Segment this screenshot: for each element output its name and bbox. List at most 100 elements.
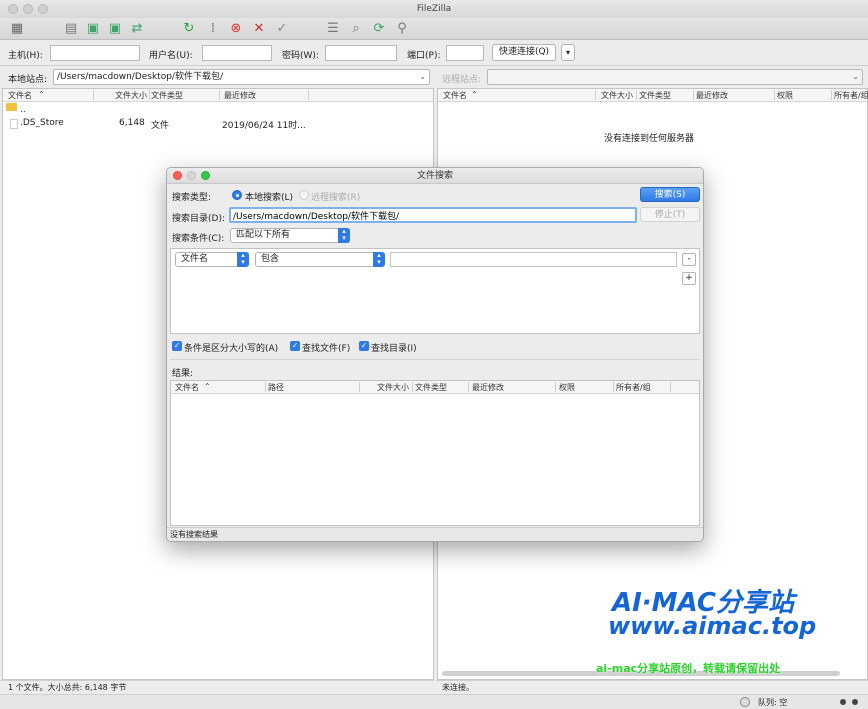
watermark-url: www.aimac.top xyxy=(608,612,817,640)
download-indicator-icon xyxy=(852,699,858,705)
filter-value-input[interactable] xyxy=(390,252,677,267)
reconnect-icon[interactable]: ✓ xyxy=(273,20,291,37)
col-permissions[interactable]: 权限 xyxy=(777,90,793,101)
col-filename[interactable]: 文件名 xyxy=(8,90,32,101)
local-path-input[interactable]: /Users/macdown/Desktop/软件下载包/ ⌄ xyxy=(53,69,430,85)
remote-search-radio[interactable] xyxy=(299,190,309,200)
col-filetype[interactable]: 文件类型 xyxy=(415,382,447,393)
find-dirs-checkbox[interactable]: ✓ xyxy=(359,341,369,351)
quickconnect-bar: 主机(H): 用户名(U): 密码(W): 端口(P): 快速连接(Q) ▾ xyxy=(0,40,868,66)
cancel-icon[interactable]: ⊗ xyxy=(227,20,245,37)
title-bar: FileZilla xyxy=(0,0,868,18)
remote-search-label[interactable]: 远程搜索(R) xyxy=(311,190,360,203)
find-files-label[interactable]: 查找文件(F) xyxy=(302,341,350,354)
search-icon[interactable]: ⌕ xyxy=(347,20,365,37)
port-label: 端口(P): xyxy=(407,51,441,61)
col-filetype[interactable]: 文件类型 xyxy=(151,90,183,101)
filter-field-value: 文件名 xyxy=(181,254,209,264)
find-files-checkbox[interactable]: ✓ xyxy=(290,341,300,351)
folder-icon xyxy=(6,103,17,111)
username-input[interactable] xyxy=(202,45,272,61)
chevron-down-icon: ⌄ xyxy=(852,72,859,81)
watermark-notice: ai-mac分享站原创，转载请保留出处 xyxy=(596,662,781,675)
col-filetype[interactable]: 文件类型 xyxy=(639,90,671,101)
queue-status: 队列: 空 xyxy=(758,698,788,707)
disconnect-icon[interactable]: ✕ xyxy=(250,20,268,37)
dialog-close-button[interactable] xyxy=(173,171,182,180)
remote-path-input[interactable]: ⌄ xyxy=(487,69,863,85)
sort-ascending-icon: ⌃ xyxy=(204,382,211,391)
file-icon xyxy=(10,119,18,129)
case-sensitive-label[interactable]: 条件是区分大小写的(A) xyxy=(184,341,278,354)
transfer-queue-icon[interactable]: ⇄ xyxy=(128,20,146,37)
col-filename[interactable]: 文件名 xyxy=(443,90,467,101)
local-search-label[interactable]: 本地搜索(L) xyxy=(245,190,293,203)
file-name: .. xyxy=(20,105,26,115)
remove-condition-button[interactable]: - xyxy=(682,253,696,266)
zoom-window-button[interactable] xyxy=(38,4,48,14)
col-modified[interactable]: 最近修改 xyxy=(224,90,256,101)
filter-op-value: 包含 xyxy=(261,254,280,264)
file-name: .DS_Store xyxy=(20,118,64,128)
dialog-zoom-button[interactable] xyxy=(201,171,210,180)
port-input[interactable] xyxy=(446,45,484,61)
results-column-header: 文件名 ⌃ 路径 文件大小 文件类型 最近修改 权限 所有者/组 xyxy=(171,381,699,394)
find-files-icon[interactable]: ⚲ xyxy=(393,20,411,37)
remote-tree-icon[interactable]: ▣ xyxy=(106,20,124,37)
col-path[interactable]: 路径 xyxy=(268,382,284,393)
toolbar: ▦ ▤ ▣ ▣ ⇄ ↻ ⁞ ⊗ ✕ ✓ ☰ ⌕ ⟳ ⚲ xyxy=(0,18,868,40)
local-search-radio[interactable] xyxy=(232,190,242,200)
col-owner[interactable]: 所有者/组 xyxy=(834,90,868,101)
quickconnect-history-button[interactable]: ▾ xyxy=(561,44,575,61)
col-filesize[interactable]: 文件大小 xyxy=(115,90,147,101)
local-site-label: 本地站点: xyxy=(8,75,48,85)
stop-button[interactable]: 停止(T) xyxy=(640,207,700,222)
process-queue-icon[interactable]: ⁞ xyxy=(204,20,222,37)
speed-limit-icon[interactable] xyxy=(740,697,750,707)
file-type: 文件 xyxy=(151,121,170,131)
updown-arrows-icon: ▴ ▾ xyxy=(338,228,350,243)
quickconnect-button[interactable]: 快速连接(Q) xyxy=(492,44,556,61)
search-type-label: 搜索类型: xyxy=(172,193,212,203)
col-filesize[interactable]: 文件大小 xyxy=(377,382,409,393)
site-manager-icon[interactable]: ▦ xyxy=(8,20,26,37)
col-modified[interactable]: 最近修改 xyxy=(472,382,504,393)
col-filename[interactable]: 文件名 xyxy=(175,382,199,393)
filter-field-select[interactable]: 文件名 ▴ ▾ xyxy=(175,252,249,267)
search-dir-input[interactable] xyxy=(229,207,637,223)
sync-browsing-icon[interactable]: ⟳ xyxy=(370,20,388,37)
col-modified[interactable]: 最近修改 xyxy=(696,90,728,101)
add-condition-button[interactable]: + xyxy=(682,272,696,285)
find-dirs-label[interactable]: 查找目录(I) xyxy=(371,341,417,354)
minimize-window-button[interactable] xyxy=(23,4,33,14)
file-size: 6,148 xyxy=(119,118,145,128)
dialog-minimize-button[interactable] xyxy=(187,171,196,180)
chevron-down-icon: ⌄ xyxy=(419,72,426,81)
local-path-value: /Users/macdown/Desktop/软件下载包/ xyxy=(57,72,223,82)
host-label: 主机(H): xyxy=(8,51,43,61)
col-owner[interactable]: 所有者/组 xyxy=(616,382,651,393)
col-filesize[interactable]: 文件大小 xyxy=(601,90,633,101)
local-site-bar: 本地站点: /Users/macdown/Desktop/软件下载包/ ⌄ xyxy=(0,66,434,88)
search-button[interactable]: 搜索(S) xyxy=(640,187,700,202)
results-label: 结果: xyxy=(172,369,194,379)
case-sensitive-checkbox[interactable]: ✓ xyxy=(172,341,182,351)
dialog-status: 没有搜索结果 xyxy=(167,527,703,541)
local-tree-icon[interactable]: ▣ xyxy=(84,20,102,37)
updown-arrows-icon: ▴ ▾ xyxy=(373,252,385,267)
list-item[interactable]: .DS_Store 6,148 文件 2019/06/24 11时... xyxy=(3,117,433,131)
refresh-icon[interactable]: ↻ xyxy=(180,20,198,37)
filter-op-select[interactable]: 包含 ▴ ▾ xyxy=(255,252,385,267)
condition-value: 匹配以下所有 xyxy=(236,230,291,240)
sort-ascending-icon: ⌃ xyxy=(471,90,478,99)
host-input[interactable] xyxy=(50,45,140,61)
col-permissions[interactable]: 权限 xyxy=(559,382,575,393)
list-item[interactable]: .. xyxy=(3,103,433,117)
password-input[interactable] xyxy=(325,45,397,61)
condition-select[interactable]: 匹配以下所有 ▴ ▾ xyxy=(230,228,350,243)
message-log-icon[interactable]: ▤ xyxy=(62,20,80,37)
results-list[interactable]: 文件名 ⌃ 路径 文件大小 文件类型 最近修改 权限 所有者/组 xyxy=(170,380,700,526)
close-window-button[interactable] xyxy=(8,4,18,14)
password-label: 密码(W): xyxy=(282,51,319,61)
directory-listing-filter-icon[interactable]: ☰ xyxy=(324,20,342,37)
